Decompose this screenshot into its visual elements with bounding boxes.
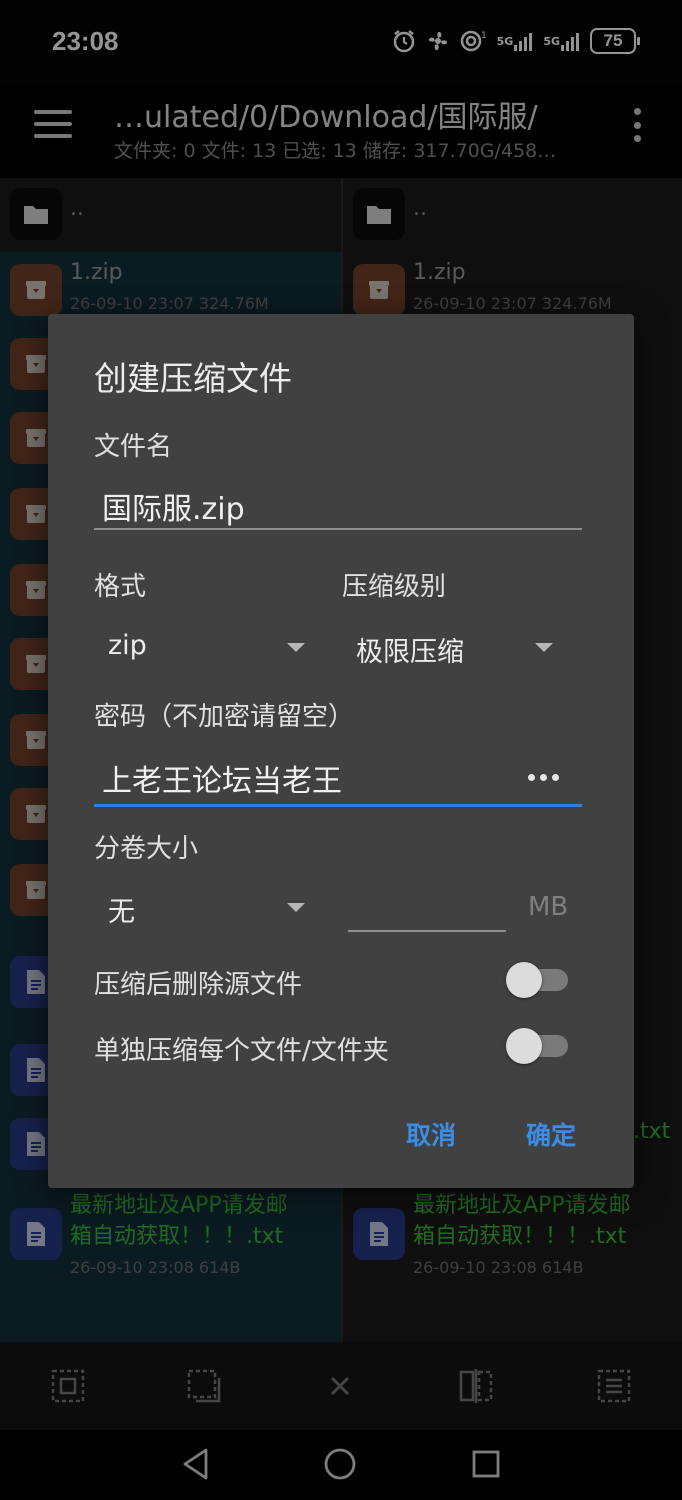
password-input[interactable]: 上老王论坛当老王 (102, 756, 342, 800)
filename-input[interactable]: 国际服.zip (102, 484, 245, 528)
dialog-title: 创建压缩文件 (94, 359, 292, 398)
format-select[interactable]: zip (108, 630, 147, 661)
password-underline (94, 804, 582, 807)
delete-source-label: 压缩后删除源文件 (94, 970, 303, 1000)
split-size-label: 分卷大小 (94, 834, 199, 864)
separate-archive-toggle[interactable] (506, 1028, 570, 1064)
separate-archive-label: 单独压缩每个文件/文件夹 (94, 1036, 389, 1066)
filename-label: 文件名 (94, 432, 173, 462)
format-label: 格式 (94, 572, 147, 602)
chevron-down-icon[interactable] (287, 903, 305, 912)
chevron-down-icon[interactable] (287, 643, 305, 652)
compression-level-select[interactable]: 极限压缩 (356, 630, 464, 669)
password-visibility-icon[interactable] (528, 774, 559, 781)
chevron-down-icon[interactable] (535, 643, 553, 652)
cancel-button[interactable]: 取消 (406, 1116, 456, 1152)
delete-source-toggle[interactable] (506, 962, 570, 998)
ok-button[interactable]: 确定 (526, 1116, 576, 1152)
filename-underline (94, 528, 582, 530)
create-archive-dialog: 创建压缩文件 文件名 国际服.zip 格式 压缩级别 zip 极限压缩 密码（不… (48, 314, 634, 1188)
split-size-input[interactable] (348, 930, 506, 932)
split-size-select[interactable]: 无 (108, 890, 135, 929)
split-size-unit: MB (528, 892, 569, 922)
password-label: 密码（不加密请留空） (94, 702, 355, 732)
level-label: 压缩级别 (342, 572, 447, 602)
